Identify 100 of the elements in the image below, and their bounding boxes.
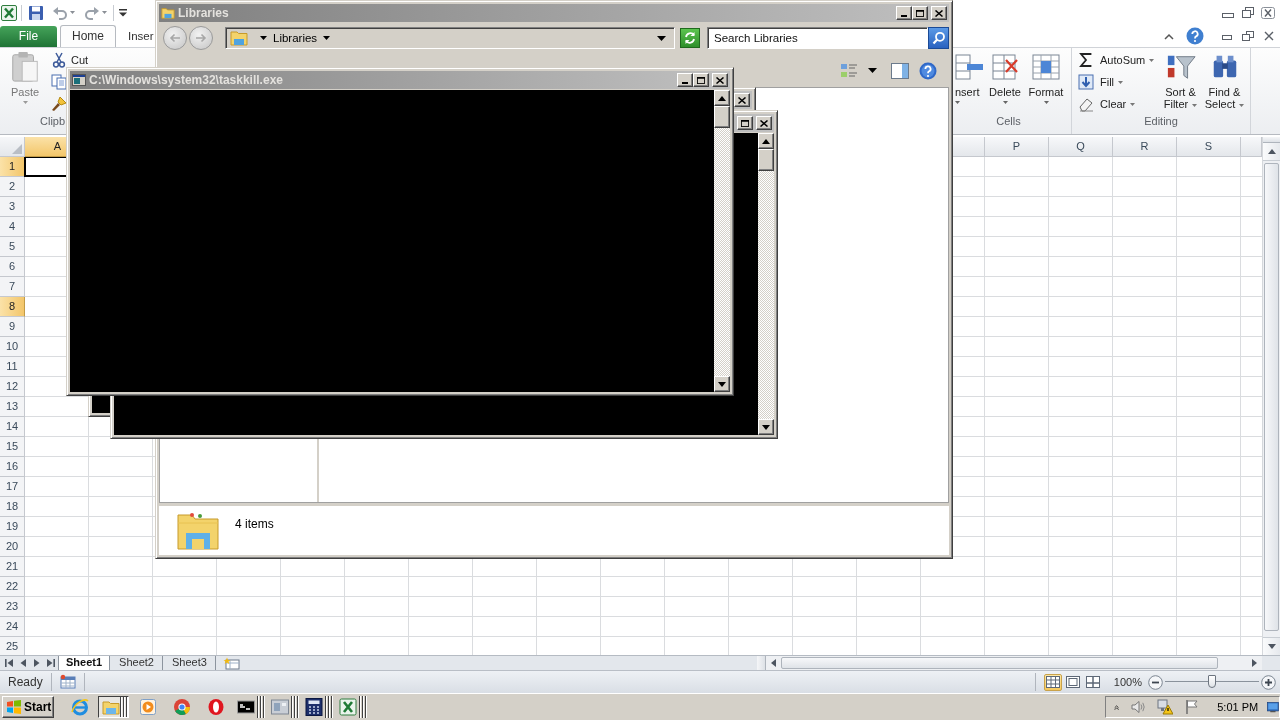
spreadsheet-logo-icon[interactable] [1, 4, 17, 21]
network-warning-icon[interactable] [1157, 699, 1174, 715]
sort-filter-button[interactable]: Sort & Filter [1160, 51, 1201, 115]
row-header[interactable]: 18 [0, 497, 25, 517]
save-icon[interactable] [28, 4, 44, 21]
row-header[interactable]: 1 [0, 157, 25, 177]
clock[interactable]: 5:01 PM [1217, 701, 1259, 713]
row-header[interactable]: 11 [0, 357, 25, 377]
row-header[interactable]: 14 [0, 417, 25, 437]
search-field[interactable]: Search Libraries [707, 27, 928, 49]
row-header[interactable]: 21 [0, 557, 25, 577]
column-header[interactable]: R [1113, 137, 1177, 157]
taskbar-button[interactable] [336, 696, 367, 718]
left-arrow-icon[interactable] [19, 659, 27, 667]
taskbar-button[interactable] [98, 696, 129, 718]
split-handle[interactable] [1263, 137, 1280, 143]
row-header[interactable]: 22 [0, 577, 25, 597]
redo-icon[interactable] [84, 4, 100, 21]
ribbon-tab[interactable]: Inser [128, 26, 154, 47]
paintbrush-icon[interactable] [51, 96, 67, 112]
ribbon-tab[interactable]: Home [60, 25, 116, 47]
row-header[interactable]: 13 [0, 397, 25, 417]
caret-icon[interactable] [657, 35, 666, 41]
chevron-up-icon[interactable] [1164, 32, 1174, 40]
row-header[interactable]: 23 [0, 597, 25, 617]
help-icon[interactable] [919, 61, 937, 80]
row-header[interactable]: 8 [0, 297, 25, 317]
row-header[interactable]: 6 [0, 257, 25, 277]
format-cells-button[interactable]: Format [1025, 51, 1067, 115]
refresh-button[interactable] [680, 28, 700, 48]
ribbon-tab[interactable]: File [0, 26, 57, 47]
customize-caret-icon[interactable] [119, 8, 127, 17]
row-header[interactable]: 19 [0, 517, 25, 537]
copy-icon[interactable] [51, 74, 67, 90]
row-header[interactable]: 3 [0, 197, 25, 217]
zoom-out-icon[interactable] [1148, 674, 1163, 690]
taskbar-button[interactable] [302, 696, 333, 718]
row-header[interactable]: 9 [0, 317, 25, 337]
sheet-tab[interactable]: Sheet1 [58, 656, 111, 670]
chevron-up-icon[interactable] [1114, 702, 1120, 712]
maximize-button[interactable] [737, 116, 753, 130]
vertical-scrollbar[interactable] [1262, 137, 1280, 655]
horizontal-scrollbar[interactable] [757, 656, 1262, 670]
address-bar[interactable]: Libraries [225, 27, 675, 49]
row-header[interactable]: 20 [0, 537, 25, 557]
caret-icon[interactable] [260, 36, 267, 40]
scroll-up-button[interactable] [1263, 143, 1280, 161]
scroll-thumb[interactable] [1264, 163, 1279, 631]
page-layout-button[interactable] [1063, 673, 1082, 691]
cut-button[interactable]: Cut [51, 51, 89, 69]
row-header[interactable]: 16 [0, 457, 25, 477]
right-arrow-icon[interactable] [33, 659, 41, 667]
restore-icon[interactable] [1242, 31, 1254, 41]
row-header[interactable]: 4 [0, 217, 25, 237]
column-header[interactable]: S [1177, 137, 1241, 157]
row-header[interactable]: 10 [0, 337, 25, 357]
row-header[interactable]: 12 [0, 377, 25, 397]
close-button[interactable] [756, 116, 772, 130]
column-header[interactable]: P [985, 137, 1049, 157]
close-button[interactable] [712, 73, 728, 87]
page-break-button[interactable] [1083, 673, 1102, 691]
close-icon[interactable] [1263, 31, 1275, 41]
skip-right-icon[interactable] [47, 659, 55, 667]
zoom-in-icon[interactable] [1261, 674, 1276, 690]
paste-button[interactable]: Paste [5, 51, 45, 115]
taskbar-button[interactable] [268, 696, 299, 718]
column-header[interactable]: Q [1049, 137, 1113, 157]
row-header[interactable]: 15 [0, 437, 25, 457]
zoom-level[interactable]: 100% [1113, 676, 1142, 688]
row-header[interactable]: 7 [0, 277, 25, 297]
fill-button[interactable]: Fill [1078, 73, 1160, 91]
scroll-down-button[interactable] [1263, 637, 1280, 655]
row-header[interactable]: 24 [0, 617, 25, 637]
close-button[interactable] [734, 93, 750, 107]
caret-icon[interactable] [323, 36, 331, 40]
close-icon[interactable] [1261, 6, 1275, 19]
speaker-icon[interactable] [1130, 699, 1147, 715]
clear-button[interactable]: Clear [1078, 95, 1160, 113]
insert-cells-button[interactable]: nsert [951, 51, 985, 115]
caret-icon[interactable] [868, 68, 877, 73]
slider-thumb[interactable] [1208, 675, 1216, 688]
row-header[interactable]: 5 [0, 237, 25, 257]
search-button[interactable] [928, 27, 949, 49]
preview-pane-icon[interactable] [891, 61, 909, 80]
autosum-button[interactable]: AutoSum [1078, 51, 1160, 69]
restore-icon[interactable] [1241, 6, 1255, 19]
row-header[interactable]: 17 [0, 477, 25, 497]
minimize-button[interactable] [677, 73, 693, 87]
sheet-icon[interactable] [59, 674, 76, 690]
minimize-button[interactable] [896, 6, 912, 20]
breadcrumb-item[interactable]: Libraries [273, 32, 318, 44]
maximize-button[interactable] [912, 6, 928, 20]
delete-cells-button[interactable]: Delete [985, 51, 1025, 115]
flag-icon[interactable] [1184, 699, 1201, 715]
split-handle[interactable] [757, 656, 766, 670]
help-icon[interactable] [1186, 27, 1204, 45]
start-button[interactable]: Start [2, 696, 54, 718]
taskbar-button[interactable] [234, 696, 265, 718]
maximize-button[interactable] [693, 73, 709, 87]
row-header[interactable]: 25 [0, 637, 25, 655]
